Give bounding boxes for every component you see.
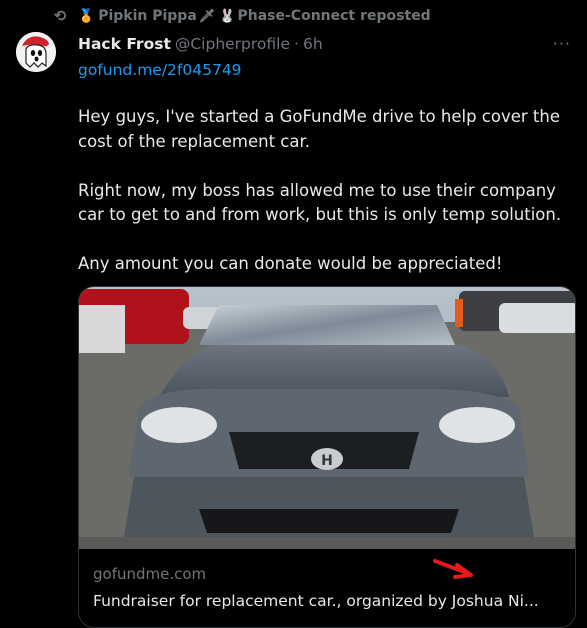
reposter-name[interactable]: Phase-Connect	[237, 8, 355, 24]
card-domain: gofundme.com	[93, 565, 207, 583]
gofund-link[interactable]: gofund.me/2f045749	[78, 61, 242, 79]
repost-icon: ⟲	[53, 7, 67, 25]
red-arrow-icon	[433, 559, 473, 579]
tweet-paragraph: Any amount you can donate would be appre…	[78, 254, 503, 273]
svg-text:H: H	[321, 453, 333, 469]
user-handle[interactable]: @Cipherprofile	[175, 35, 290, 53]
tweet-text: Hey guys, I've started a GoFundMe drive …	[78, 105, 578, 301]
medal-icon: 🏅	[78, 8, 95, 24]
separator-dot: ·	[294, 35, 299, 53]
display-name[interactable]: Hack Frost	[78, 35, 171, 53]
ghost-avatar-icon	[16, 32, 56, 72]
link-preview-card[interactable]: H gofundme.com Fundraiser for replacemen…	[78, 286, 576, 628]
sword-icon: 🗡	[198, 8, 216, 24]
more-options-icon[interactable]: ···	[553, 34, 571, 53]
tweet-paragraph: Right now, my boss has allowed me to use…	[78, 180, 562, 225]
repost-banner[interactable]: ⟲ 🏅 Pipkin Pippa 🗡 🐰 Phase-Connect repos…	[50, 6, 431, 26]
avatar[interactable]	[16, 32, 56, 72]
rabbit-icon: 🐰	[219, 8, 236, 24]
repost-user[interactable]: Pipkin Pippa	[98, 8, 197, 24]
card-title[interactable]: Fundraiser for replacement car., organiz…	[93, 592, 539, 610]
tweet-paragraph: Hey guys, I've started a GoFundMe drive …	[78, 107, 560, 151]
repost-action: reposted	[360, 8, 431, 24]
tweet-header: Hack Frost @Cipherprofile · 6h	[78, 34, 323, 54]
tweet-timestamp[interactable]: 6h	[303, 35, 323, 53]
car-photo: H	[79, 287, 575, 549]
